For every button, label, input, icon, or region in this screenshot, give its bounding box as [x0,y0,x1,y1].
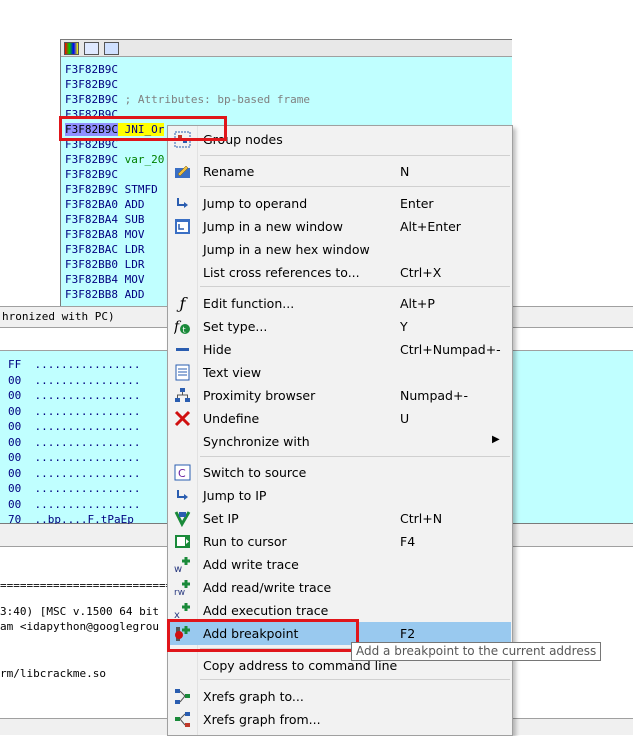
hex-line[interactable]: 00 ................ [8,481,140,497]
hex-line[interactable]: 00 ................ [8,497,140,513]
menu-item-hide[interactable]: Hide Ctrl+Numpad+- [169,338,511,361]
menu-item-jump-new-window[interactable]: Jump in a new window Alt+Enter [169,215,511,238]
menu-item-set-type[interactable]: ft Set type... Y [169,315,511,338]
menu-item-undefine[interactable]: Undefine U [169,407,511,430]
set-ip-icon [174,510,191,528]
switch-source-icon: C [174,464,191,481]
menu-item-set-ip[interactable]: Set IP Ctrl+N [169,507,511,530]
menu-item-jump-to-operand[interactable]: Jump to operand Enter [169,192,511,215]
hex-line[interactable]: 00 ................ [8,419,140,435]
svg-text:C: C [178,467,186,480]
output-line: rm/libcrackme.so [0,667,106,680]
menu-separator [200,679,510,680]
hex-line[interactable]: 00 ................ [8,388,140,404]
menu-item-xrefs-graph-to[interactable]: Xrefs graph to... [169,685,511,708]
palette-icon[interactable] [64,42,79,55]
new-window-icon [174,218,191,235]
hex-line[interactable]: 00 ................ [8,404,140,420]
disasm-line[interactable]: F3F82B9C [65,77,310,92]
function-icon: ƒ [179,294,186,313]
menu-item-run-to-cursor[interactable]: Run to cursor F4 [169,530,511,553]
menu-item-synchronize-with[interactable]: Synchronize with ▶ [169,430,511,453]
output-line: 3:40) [MSC v.1500 64 bit [0,605,159,618]
menu-item-jump-to-ip[interactable]: Jump to IP [169,484,511,507]
write-trace-icon: w [174,556,191,575]
background-area [512,39,633,309]
rename-icon [174,163,191,180]
menu-item-add-write-trace[interactable]: w Add write trace [169,553,511,576]
menu-item-switch-to-source[interactable]: C Switch to source [169,461,511,484]
jump-ip-icon [174,487,191,504]
hex-line[interactable]: 00 ................ [8,373,140,389]
menu-separator [200,155,510,156]
menu-item-edit-function[interactable]: ƒ Edit function... Alt+P [169,292,511,315]
edit-icon[interactable] [84,42,99,55]
exec-trace-icon: x [174,602,191,621]
submenu-arrow-icon: ▶ [492,434,500,445]
run-to-cursor-icon [174,533,191,550]
hide-icon [174,341,191,358]
menu-separator [200,286,510,287]
menu-item-xrefs-graph-from[interactable]: Xrefs graph from... [169,708,511,731]
menu-item-text-view[interactable]: Text view [169,361,511,384]
set-type-icon: ft [173,318,191,335]
xrefs-from-icon [174,711,191,728]
proximity-icon [174,387,191,404]
hex-line[interactable]: 00 ................ [8,450,140,466]
annotation-box-function-line [59,116,227,141]
screen-icon[interactable] [104,42,119,55]
hex-line[interactable]: 00 ................ [8,435,140,451]
menu-item-list-xrefs[interactable]: List cross references to... Ctrl+X [169,261,511,284]
undefine-x-icon [174,410,191,427]
rw-trace-icon: rw [174,579,191,598]
annotation-box-add-breakpoint [167,619,359,652]
menu-item-proximity-browser[interactable]: Proximity browser Numpad+- [169,384,511,407]
svg-text:w: w [174,564,182,573]
svg-text:x: x [174,610,180,619]
svg-text:t: t [183,326,186,335]
disasm-line[interactable]: F3F82B9C ; Attributes: bp-based frame [65,92,310,107]
svg-text:rw: rw [174,588,185,596]
menu-item-jump-hex-window[interactable]: Jump in a new hex window [169,238,511,261]
disasm-line[interactable]: F3F82B9C [65,62,310,77]
hex-line[interactable]: 00 ................ [8,466,140,482]
xrefs-to-icon [174,688,191,705]
menu-item-add-rw-trace[interactable]: rw Add read/write trace [169,576,511,599]
tooltip: Add a breakpoint to the current address [351,642,602,661]
graph-toolbar [61,40,517,57]
hex-line[interactable]: FF ................ [8,357,140,373]
menu-separator [200,186,510,187]
menu-item-rename[interactable]: Rename N [169,160,511,183]
menu-separator [200,456,510,457]
sync-status-text: hronized with PC) [2,310,115,323]
text-view-icon [174,364,191,381]
jump-arrow-icon [174,195,191,212]
output-line: am <idapython@googlegrou [0,620,159,633]
